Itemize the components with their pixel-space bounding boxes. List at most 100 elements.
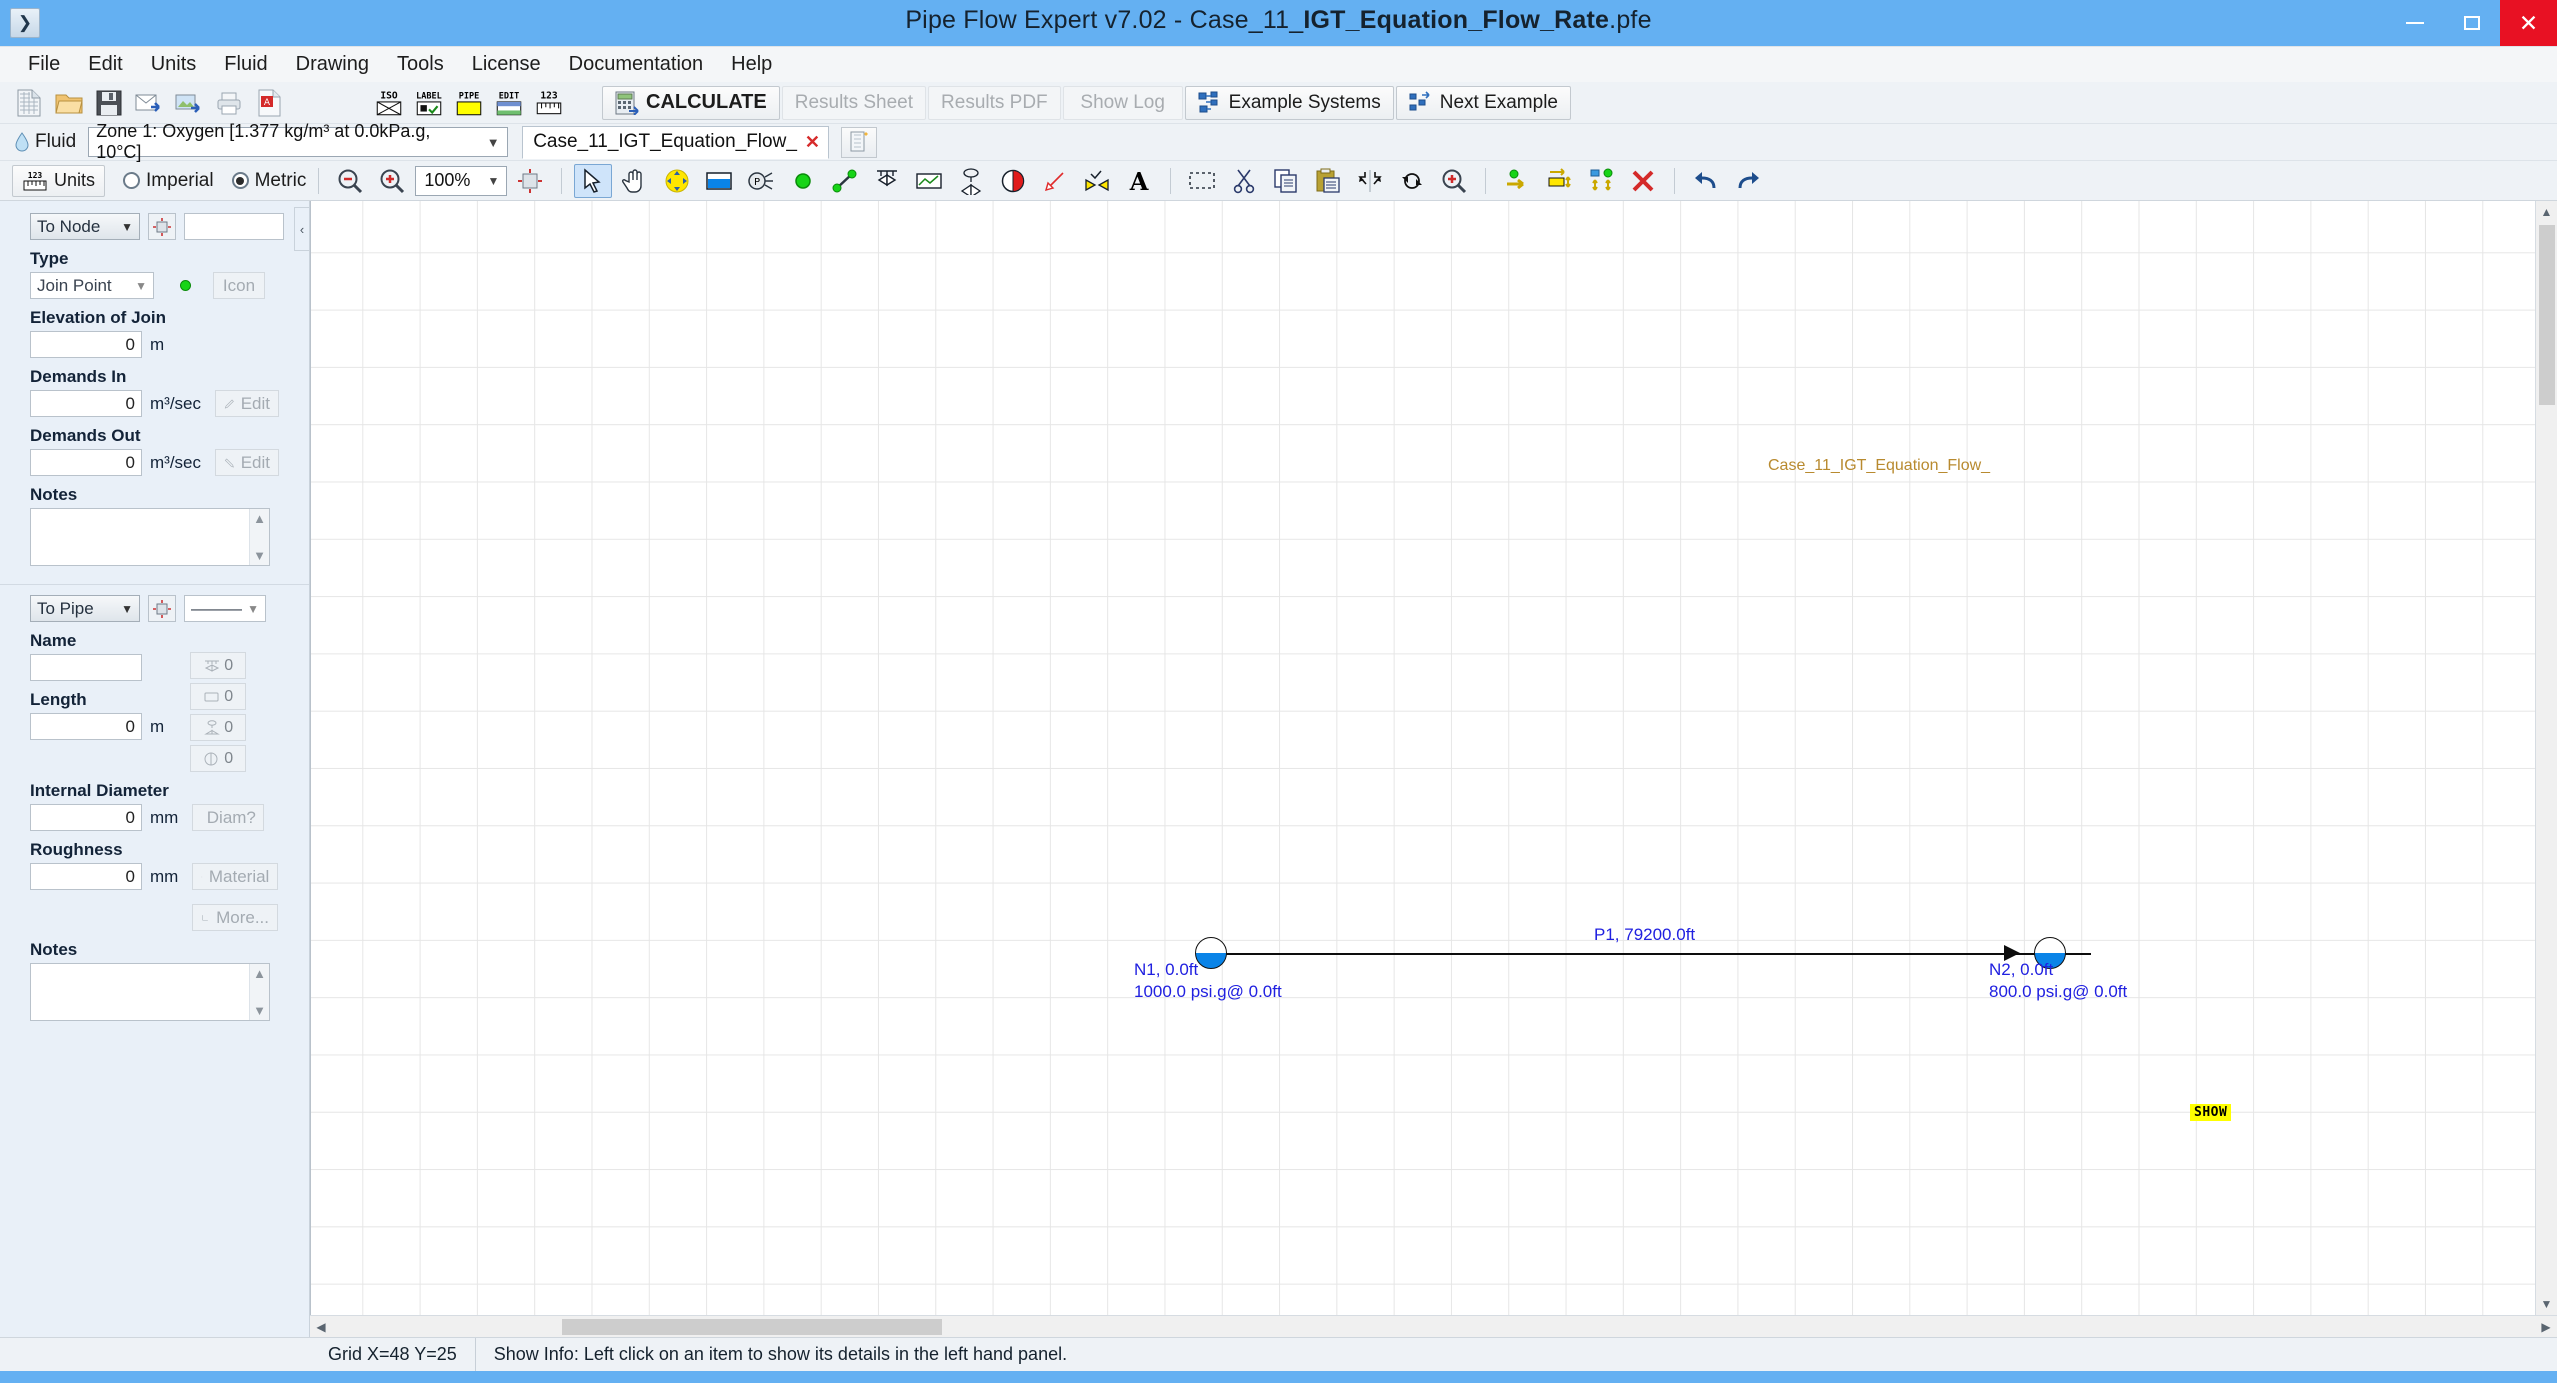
new-document-button[interactable]	[840, 126, 877, 158]
pumps-count-button[interactable]: 0	[190, 745, 247, 772]
align-horizontal-icon[interactable]	[1498, 164, 1536, 198]
pdf-icon[interactable]: A	[250, 86, 288, 120]
units-button[interactable]: 123 Units	[12, 164, 106, 197]
close-button[interactable]: ✕	[2500, 0, 2557, 46]
document-tab[interactable]: Case_11_IGT_Equation_Flow_ ✕	[522, 125, 829, 159]
copy-icon[interactable]	[1267, 164, 1305, 198]
drawing-canvas[interactable]: Case_11_IGT_Equation_Flow_ P1, 79200.0ft…	[310, 201, 2535, 1315]
example-systems-button[interactable]: Example Systems	[1184, 85, 1394, 120]
to-node-select[interactable]: To Node ▼	[30, 213, 140, 240]
export-image-icon[interactable]	[170, 86, 208, 120]
fluid-zone-select[interactable]: Zone 1: Oxygen [1.377 kg/m³ at 0.0kPa.g,…	[88, 121, 509, 162]
pipe-notes-scrollbar[interactable]: ▲ ▼	[249, 964, 269, 1020]
menu-item-drawing[interactable]: Drawing	[282, 50, 383, 79]
valve-tool[interactable]	[868, 164, 906, 198]
pipe-p1[interactable]	[1211, 953, 2091, 955]
join-point-tool[interactable]	[784, 164, 822, 198]
canvas-vertical-scrollbar[interactable]: ▲ ▼	[2535, 201, 2557, 1315]
internal-diameter-input[interactable]: 0	[30, 804, 142, 831]
select-region-icon[interactable]	[1183, 164, 1221, 198]
scroll-left-icon[interactable]: ◀	[310, 1315, 332, 1338]
fluid-indicator[interactable]: Fluid	[12, 129, 82, 155]
menu-item-edit[interactable]: Edit	[74, 50, 136, 79]
results-pdf-button[interactable]: Results PDF	[928, 85, 1061, 120]
demands-out-edit-button[interactable]: Edit	[215, 449, 279, 476]
label-icon[interactable]: LABEL	[410, 86, 448, 120]
flip-horizontal-icon[interactable]	[1351, 164, 1389, 198]
resize-icon[interactable]	[1540, 164, 1578, 198]
vertical-scroll-thumb[interactable]	[2538, 225, 2555, 405]
components-count-button[interactable]: 0	[190, 683, 247, 710]
menu-item-fluid[interactable]: Fluid	[210, 50, 281, 79]
select-pointer-tool[interactable]	[574, 163, 613, 198]
menu-item-documentation[interactable]: Documentation	[555, 50, 718, 79]
metric-radio[interactable]: Metric	[231, 170, 306, 192]
pipe-crosshair-button[interactable]	[148, 595, 176, 622]
numbers-icon[interactable]: 123	[530, 86, 568, 120]
node-notes-scrollbar[interactable]: ▲ ▼	[249, 509, 269, 565]
email-icon[interactable]	[130, 86, 168, 120]
scroll-up-icon[interactable]: ▲	[2535, 201, 2557, 223]
elevation-input[interactable]: 0	[30, 331, 142, 358]
control-valves-count-button[interactable]: 0	[190, 714, 247, 741]
new-file-icon[interactable]	[10, 86, 48, 120]
zoom-region-icon[interactable]	[1435, 164, 1473, 198]
node-crosshair-button[interactable]	[148, 213, 176, 240]
panel-collapse-button[interactable]: ‹	[294, 207, 310, 251]
cut-icon[interactable]	[1225, 164, 1263, 198]
pipe-name-input[interactable]	[30, 654, 142, 681]
text-tool[interactable]: A	[1120, 164, 1158, 198]
next-example-button[interactable]: Next Example	[1395, 85, 1571, 120]
pipe-icon[interactable]: PIPE	[450, 86, 488, 120]
calculate-button[interactable]: CALCULATE	[602, 85, 780, 120]
demands-in-edit-button[interactable]: Edit	[215, 390, 279, 417]
pipe-linestyle-select[interactable]: ——— ▼	[184, 595, 266, 622]
pipe-notes-textarea[interactable]: ▲ ▼	[30, 963, 270, 1021]
fittings-count-button[interactable]: 0	[190, 652, 247, 679]
check-valve-tool[interactable]	[1078, 164, 1116, 198]
results-sheet-button[interactable]: Results Sheet	[781, 85, 927, 120]
imperial-radio[interactable]: Imperial	[123, 170, 214, 192]
zoom-out-icon[interactable]	[331, 164, 369, 198]
pressure-node-tool[interactable]: P	[742, 164, 780, 198]
close-icon[interactable]: ✕	[805, 132, 820, 153]
flow-arrow-tool[interactable]	[1036, 164, 1074, 198]
undo-icon[interactable]	[1687, 164, 1725, 198]
maximize-button[interactable]	[2443, 0, 2500, 46]
pump-tool[interactable]	[994, 164, 1032, 198]
demands-in-input[interactable]: 0	[30, 390, 142, 417]
show-tag[interactable]: SHOW	[2190, 1104, 2232, 1121]
iso-icon[interactable]: ISO	[370, 86, 408, 120]
tank-tool[interactable]	[700, 164, 738, 198]
rotate-icon[interactable]	[1393, 164, 1431, 198]
more-button[interactable]: More...	[192, 904, 278, 931]
fit-to-window-icon[interactable]	[511, 164, 549, 198]
pipe-length-input[interactable]: 0	[30, 713, 142, 740]
menu-item-help[interactable]: Help	[717, 50, 786, 79]
show-log-button[interactable]: Show Log	[1062, 85, 1183, 120]
zoom-in-icon[interactable]	[373, 164, 411, 198]
pan-hand-tool[interactable]	[616, 164, 654, 198]
node-notes-textarea[interactable]: ▲ ▼	[30, 508, 270, 566]
node-icon-button[interactable]: Icon	[213, 272, 265, 299]
component-curve-tool[interactable]	[910, 164, 948, 198]
demands-out-input[interactable]: 0	[30, 449, 142, 476]
minimize-button[interactable]	[2386, 0, 2443, 46]
scroll-down-icon[interactable]: ▼	[2535, 1293, 2557, 1315]
move-tool[interactable]	[658, 164, 696, 198]
canvas-horizontal-scrollbar[interactable]: ◀ ▶	[310, 1315, 2557, 1338]
menu-item-file[interactable]: File	[14, 50, 74, 79]
paste-icon[interactable]	[1309, 164, 1347, 198]
menu-item-tools[interactable]: Tools	[383, 50, 458, 79]
control-valve-tool[interactable]	[952, 164, 990, 198]
roughness-input[interactable]: 0	[30, 863, 142, 890]
redo-icon[interactable]	[1729, 164, 1767, 198]
print-icon[interactable]	[210, 86, 248, 120]
distribute-icon[interactable]	[1582, 164, 1620, 198]
to-pipe-select[interactable]: To Pipe ▼	[30, 595, 140, 622]
horizontal-scroll-thumb[interactable]	[562, 1318, 942, 1335]
menu-item-units[interactable]: Units	[137, 50, 211, 79]
save-icon[interactable]	[90, 86, 128, 120]
menu-item-license[interactable]: License	[458, 50, 555, 79]
edit-icon[interactable]: EDIT	[490, 86, 528, 120]
